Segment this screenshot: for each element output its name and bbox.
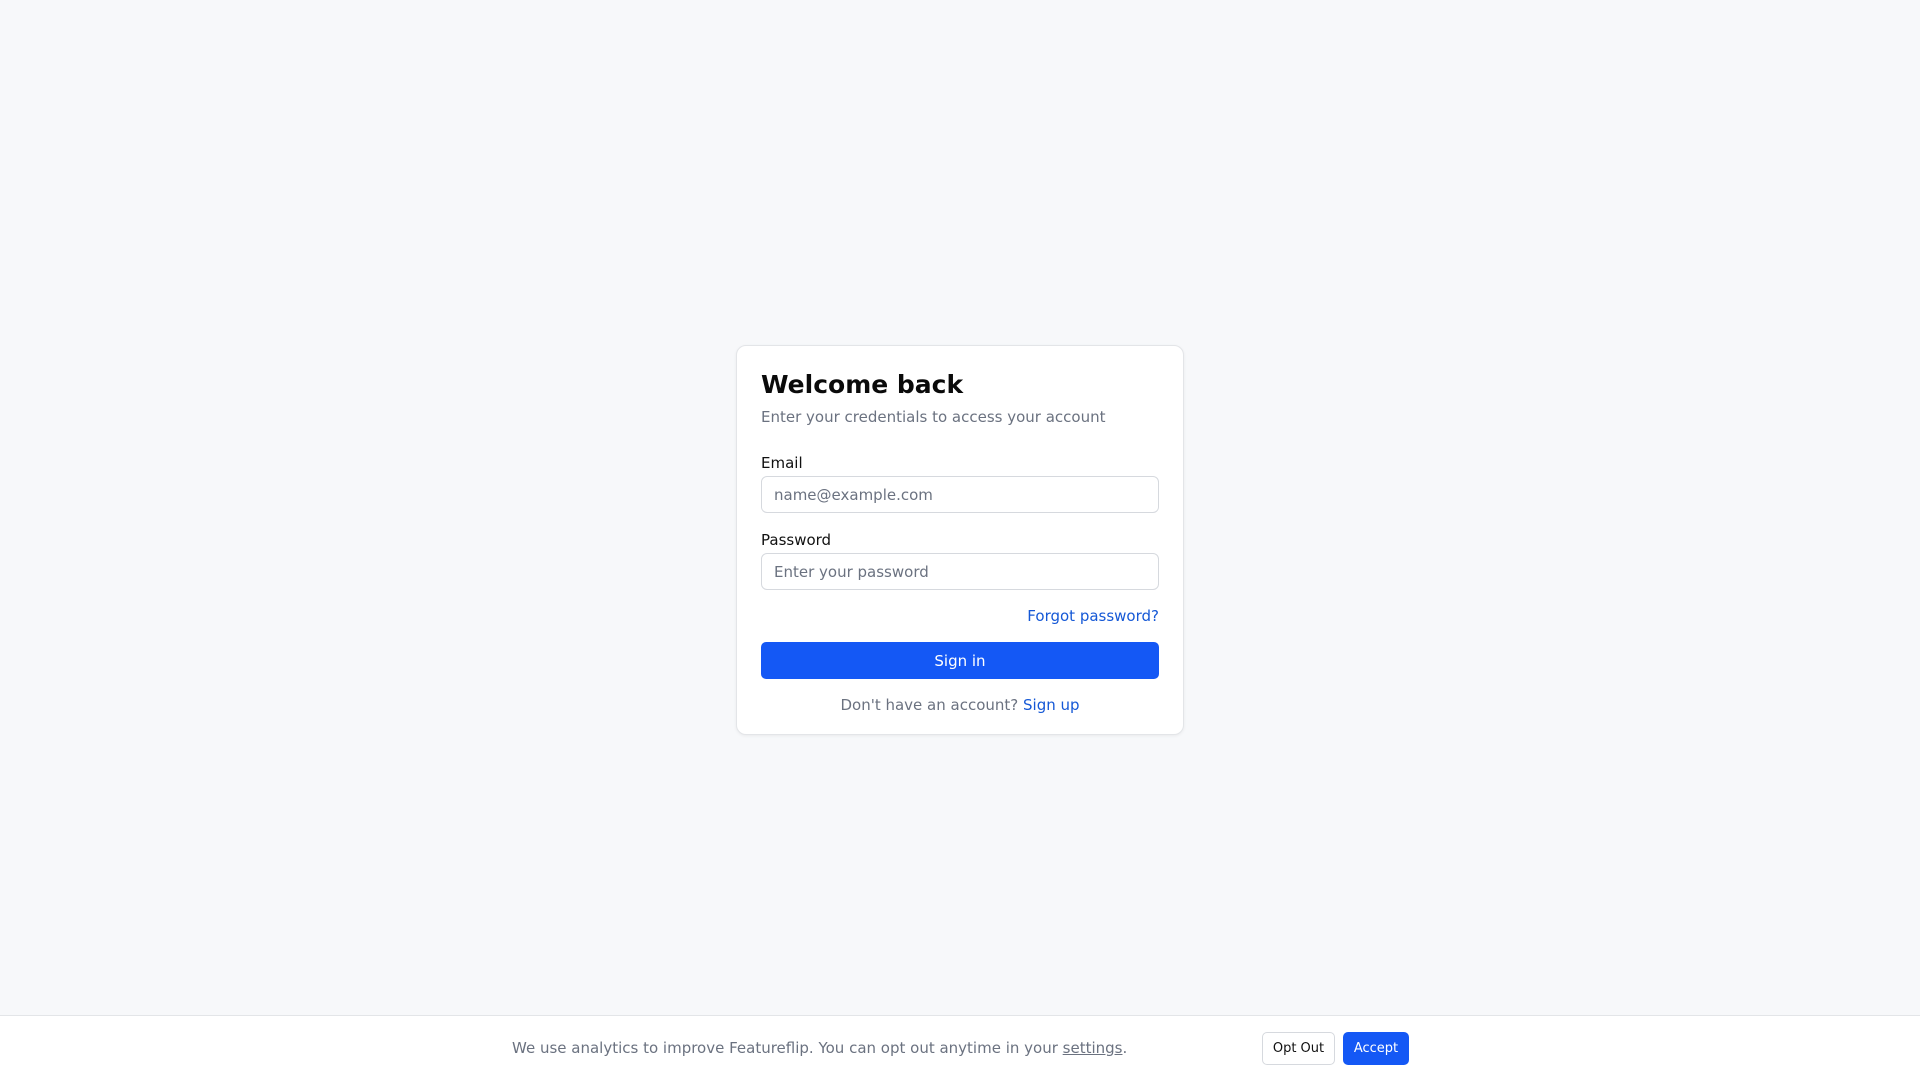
email-input[interactable] — [761, 476, 1159, 513]
consent-message: We use analytics to improve Featureflip.… — [512, 1039, 1127, 1057]
accept-button[interactable]: Accept — [1343, 1032, 1409, 1065]
email-label: Email — [761, 454, 803, 472]
analytics-consent-banner: We use analytics to improve Featureflip.… — [0, 1015, 1920, 1080]
password-label: Password — [761, 531, 832, 549]
settings-link[interactable]: settings — [1063, 1039, 1123, 1057]
forgot-row: Forgot password? — [761, 606, 1159, 626]
consent-period: . — [1122, 1039, 1128, 1057]
consent-text: We use analytics to improve Featureflip.… — [512, 1039, 1063, 1057]
sign-in-button[interactable]: Sign in — [761, 642, 1159, 679]
forgot-password-link[interactable]: Forgot password? — [1027, 607, 1159, 625]
signup-row: Don't have an account? Sign up — [761, 696, 1159, 714]
sign-up-link[interactable]: Sign up — [1023, 696, 1080, 714]
page-title: Welcome back — [761, 370, 964, 399]
password-input[interactable] — [761, 553, 1159, 590]
opt-out-button[interactable]: Opt Out — [1262, 1032, 1335, 1065]
login-card: Welcome back Enter your credentials to a… — [736, 345, 1184, 735]
page-subtitle: Enter your credentials to access your ac… — [761, 408, 1106, 426]
signup-prompt: Don't have an account? — [840, 696, 1024, 714]
